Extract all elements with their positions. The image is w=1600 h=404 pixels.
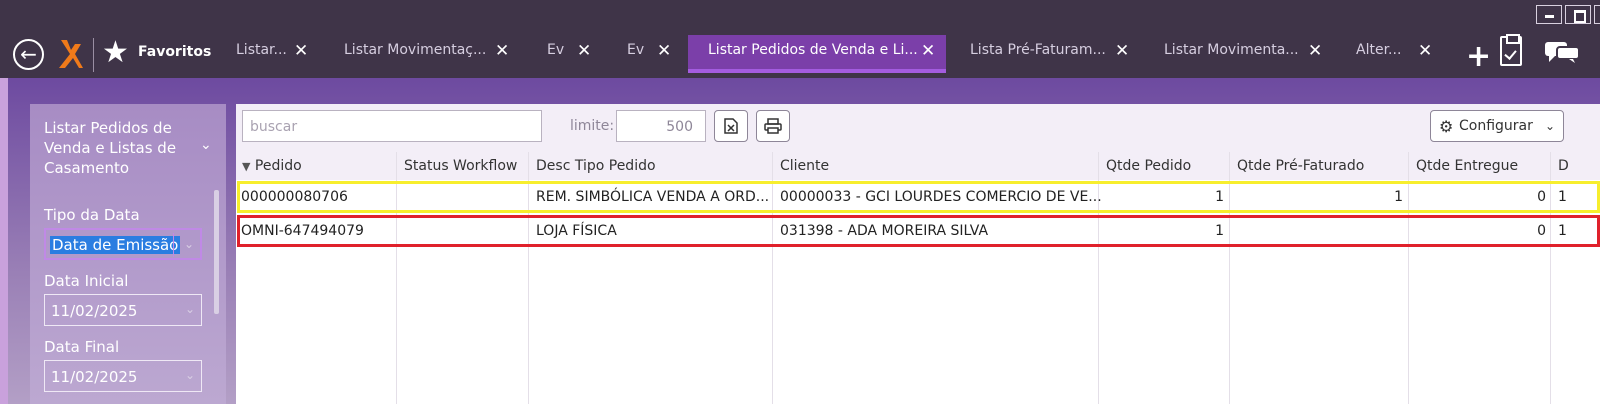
tipo-data-value: Data de Emissão	[50, 236, 181, 254]
gear-icon: ⚙	[1439, 117, 1454, 136]
configure-label: Configurar	[1459, 118, 1533, 134]
chevron-down-icon[interactable]: ⌄	[185, 368, 195, 382]
tab-label: Ev	[547, 42, 565, 58]
close-icon[interactable]: ✕	[294, 41, 308, 61]
plus-icon[interactable]: +	[1466, 42, 1491, 72]
tipo-data-label: Tipo da Data	[44, 206, 140, 224]
close-icon[interactable]: ✕	[1308, 41, 1322, 61]
filter-sidebar: Listar Pedidos de Venda e Listas de Casa…	[30, 104, 226, 404]
data-inicial-field[interactable]: 11/02/2025 ⌄	[44, 294, 202, 326]
configure-button[interactable]: ⚙ Configurar ⌄	[1430, 110, 1564, 142]
search-placeholder: buscar	[250, 119, 298, 135]
data-final-field[interactable]: 11/02/2025 ⌄	[44, 360, 202, 392]
arrow-left-icon: ←	[20, 42, 37, 66]
close-icon[interactable]: ✕	[1418, 41, 1432, 61]
star-icon[interactable]: ★	[102, 36, 129, 70]
tab-listar-movimentacoes-2[interactable]: Listar Movimenta... ✕	[1154, 35, 1324, 73]
tab-alter[interactable]: Alter... ✕	[1346, 35, 1446, 73]
limit-input[interactable]: 500	[616, 110, 706, 142]
column-header-status-workflow[interactable]: Status Workflow	[404, 158, 517, 174]
tab-ev-1[interactable]: Ev ✕	[532, 35, 598, 73]
close-window-button[interactable]	[1594, 5, 1600, 24]
chevron-down-icon[interactable]: ⌄	[185, 302, 195, 316]
column-header-qtde-pre-faturado[interactable]: Qtde Pré-Faturado	[1237, 158, 1364, 174]
close-icon[interactable]: ✕	[495, 41, 509, 61]
tab-label: Listar Pedidos de Venda e Li...	[708, 42, 918, 58]
sidebar-title: Listar Pedidos de Venda e Listas de Casa…	[44, 119, 177, 177]
tab-lista-pre-faturamento[interactable]: Lista Pré-Faturam... ✕	[960, 35, 1130, 73]
maximize-button[interactable]	[1565, 5, 1591, 24]
tab-listar-1[interactable]: Listar... ✕	[226, 35, 318, 73]
chat-icon[interactable]	[1545, 41, 1579, 63]
chevron-down-icon[interactable]: ⌄	[200, 137, 212, 153]
tab-listar-pedidos-venda[interactable]: Listar Pedidos de Venda e Li... ✕	[688, 35, 946, 73]
minimize-button[interactable]	[1536, 5, 1562, 24]
title-bar	[0, 0, 1600, 28]
chevron-down-icon: ⌄	[1544, 119, 1555, 133]
table-header: ▼ Pedido Status Workflow Desc Tipo Pedid…	[236, 152, 1600, 180]
close-icon[interactable]: ✕	[577, 41, 591, 61]
clipboard-check-icon[interactable]	[1500, 34, 1522, 66]
scrollbar[interactable]	[214, 190, 219, 314]
export-excel-button[interactable]	[714, 110, 748, 142]
orders-grid-panel: buscar limite: 500 ⚙ Configurar ⌄ ▼ Pedi…	[236, 104, 1600, 404]
favorites-label[interactable]: Favoritos	[138, 44, 211, 60]
chevron-down-icon[interactable]: ⌄	[184, 237, 194, 251]
tab-label: Alter...	[1356, 42, 1402, 58]
highlight-box-red	[237, 215, 1600, 247]
printer-icon	[764, 118, 782, 134]
limit-value: 500	[666, 119, 693, 135]
tab-ev-2[interactable]: Ev ✕	[612, 35, 678, 73]
data-inicial-label: Data Inicial	[44, 272, 129, 290]
tab-label: Listar Movimenta...	[1164, 42, 1299, 58]
print-button[interactable]	[756, 110, 790, 142]
divider	[93, 38, 94, 72]
column-header-cliente[interactable]: Cliente	[780, 158, 829, 174]
tab-label: Lista Pré-Faturam...	[970, 42, 1106, 58]
tab-bar: ← ★ Favoritos Listar... ✕ Listar Movimen…	[0, 28, 1600, 78]
window-controls	[1536, 5, 1600, 24]
highlight-box-yellow	[237, 181, 1600, 213]
tab-label: Listar Movimentaç...	[344, 42, 487, 58]
data-inicial-value: 11/02/2025	[51, 302, 138, 320]
tipo-data-select[interactable]: Data de Emissão ⌄	[44, 228, 202, 260]
column-header-qtde-pedido[interactable]: Qtde Pedido	[1106, 158, 1191, 174]
back-button[interactable]: ←	[13, 39, 44, 70]
column-header-pedido[interactable]: ▼ Pedido	[242, 158, 302, 174]
grid-toolbar: buscar limite: 500 ⚙ Configurar ⌄	[236, 104, 1600, 152]
excel-file-icon	[724, 118, 738, 134]
column-header-desc-tipo-pedido[interactable]: Desc Tipo Pedido	[536, 158, 656, 174]
filter-icon[interactable]: ▼	[242, 160, 250, 173]
close-icon[interactable]: ✕	[921, 41, 935, 61]
limit-label: limite:	[570, 118, 615, 134]
tab-listar-movimentacoes-1[interactable]: Listar Movimentaç... ✕	[334, 35, 514, 73]
search-input[interactable]: buscar	[242, 110, 542, 142]
column-header-qtde-entregue[interactable]: Qtde Entregue	[1416, 158, 1518, 174]
tab-label: Listar...	[236, 42, 287, 58]
data-final-label: Data Final	[44, 338, 120, 356]
data-final-value: 11/02/2025	[51, 368, 138, 386]
tab-label: Ev	[627, 42, 645, 58]
app-logo-icon	[59, 40, 83, 68]
column-header-d[interactable]: D	[1558, 158, 1569, 174]
close-icon[interactable]: ✕	[657, 41, 671, 61]
divider	[173, 233, 174, 257]
close-icon[interactable]: ✕	[1115, 41, 1129, 61]
